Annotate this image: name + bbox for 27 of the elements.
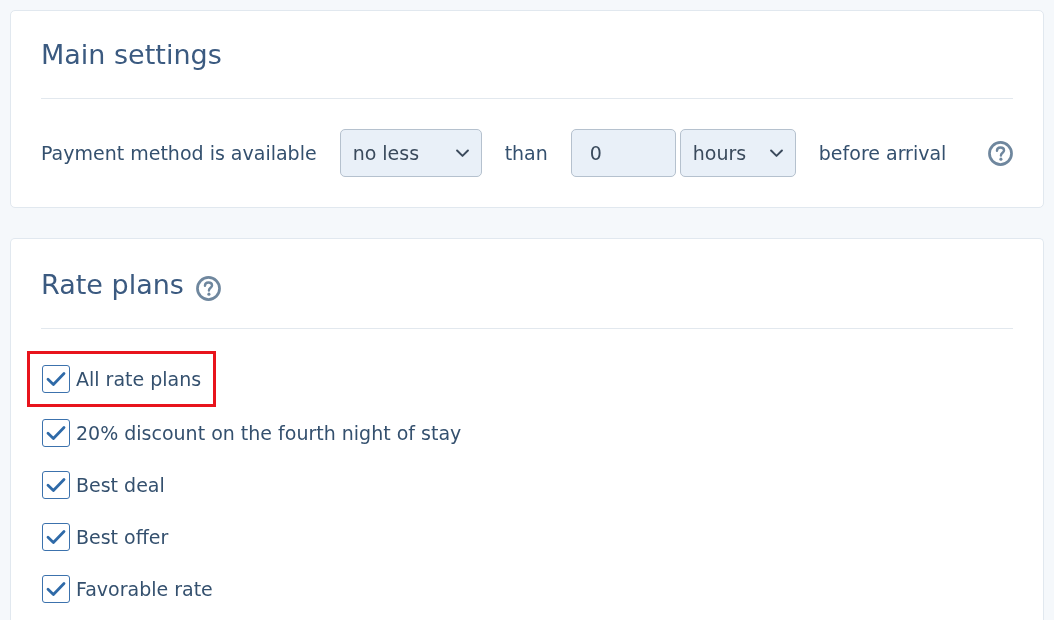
checkbox-label[interactable]: 20% discount on the fourth night of stay (76, 421, 462, 445)
checkbox[interactable] (42, 523, 70, 551)
checkmark-icon (46, 371, 66, 387)
checkmark-icon (46, 425, 66, 441)
help-icon[interactable] (988, 140, 1013, 166)
chevron-down-icon (769, 148, 783, 158)
field-label: Payment method is available (41, 141, 317, 165)
checkmark-icon (46, 477, 66, 493)
checkbox[interactable] (42, 419, 70, 447)
checkmark-icon (46, 581, 66, 597)
checkbox[interactable] (42, 471, 70, 499)
checkbox-label[interactable]: Favorable rate (76, 577, 213, 601)
checkbox-label[interactable]: Best deal (76, 473, 165, 497)
checkbox-label[interactable]: Best offer (76, 525, 169, 549)
checkbox[interactable] (42, 365, 70, 393)
dropdown[interactable]: no less (339, 129, 482, 177)
checkbox-label[interactable]: All rate plans (76, 367, 202, 391)
field-label: before arrival (818, 141, 947, 165)
dropdown[interactable]: hours (679, 129, 796, 177)
input-field[interactable]: 0 (570, 129, 676, 177)
chevron-down-icon (455, 148, 469, 158)
checkbox[interactable] (42, 575, 70, 603)
field-label: than (504, 141, 548, 165)
section-title: Rate plans (41, 268, 184, 302)
checkmark-icon (46, 529, 66, 545)
section-title: Main settings (41, 38, 222, 72)
help-icon[interactable] (195, 275, 221, 301)
